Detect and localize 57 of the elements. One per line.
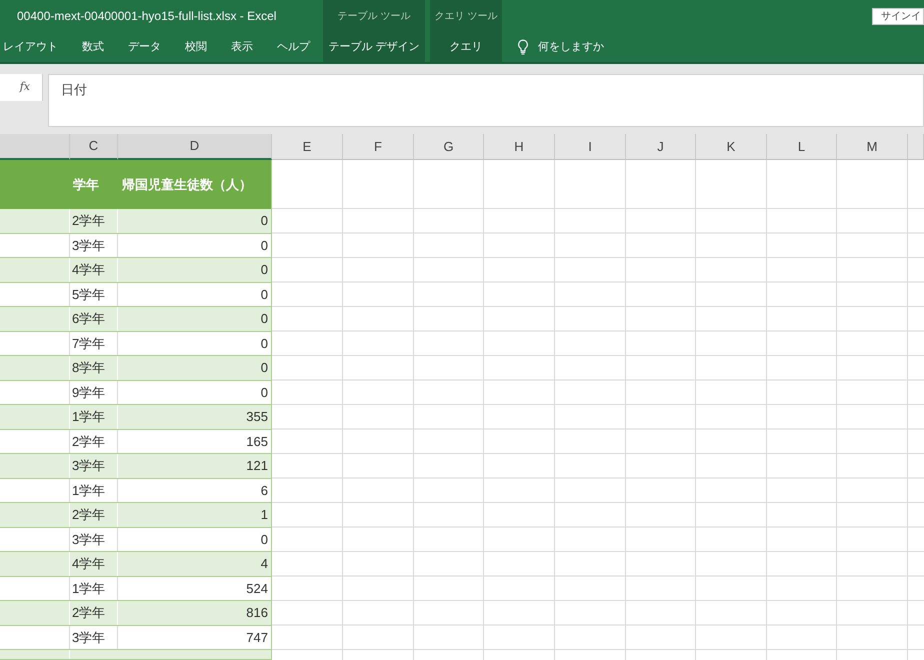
table-cell: 7学年 [70,332,118,355]
insert-function-button[interactable]: fx [0,74,43,101]
table-cell: 3学年 [70,626,118,649]
table-cell: 9学年 [70,380,118,404]
table-cell: 1学年 [70,478,118,502]
ribbon-tab[interactable]: レイアウト [0,32,70,62]
table-cell: 1学年 [70,405,118,428]
table-cell-text: 0 [260,286,269,304]
column-letter-header[interactable]: C [70,134,118,160]
table-cell-text: 0 [260,310,269,328]
sign-in-button[interactable]: サインイ [872,8,924,24]
tell-me-search-field[interactable]: 何をしますか [538,38,618,56]
table-cell-text: 747 [245,628,269,646]
window-title: 00400-mext-00400001-hyo15-full-list.xlsx - Excel [17,8,276,25]
table-cell-text: 1 [260,506,269,524]
table-cell-text: 165 [245,432,269,450]
table-cell-text: 355 [245,408,269,426]
table-cell-text: 0 [260,261,269,279]
table-cell-text: 0 [260,359,269,377]
table-cell-text: 524 [245,580,269,598]
table-cell: 6学年 [70,307,118,330]
ribbon-tab[interactable]: クエリ [446,32,486,62]
ribbon-tab[interactable]: テーブル デザイン [324,32,424,62]
table-cell: 8学年 [70,356,118,380]
table-cell: 4学年 [70,258,118,282]
ribbon-tab[interactable]: 表示 [219,32,265,62]
table-cell: 1学年 [70,576,118,600]
table-cell-text: 816 [245,604,269,622]
table-cell: 3学年 [70,234,118,257]
ribbon-tab[interactable]: ヘルプ [265,32,322,62]
table-cell: 3学年 [70,454,118,478]
table-cell: 2学年 [70,601,118,624]
formula-bar-field[interactable]: 日付 [48,74,924,127]
table-cell-text: 4 [260,555,269,573]
table-cell-text: 0 [260,212,269,230]
table-cell-text: 0 [260,334,269,352]
lightbulb-icon [517,39,529,55]
column-letter-header[interactable]: D [118,134,272,160]
table-cell: 3学年 [70,528,118,551]
table-cell-text: 0 [260,236,269,254]
ribbon-tab[interactable]: 数式 [70,32,116,62]
table-cell: 4学年 [70,552,118,576]
table-cell: 2学年 [70,209,118,232]
ribbon-tab[interactable]: データ [116,32,173,62]
table-cell-text: 0 [260,530,269,548]
table-cell-text: 121 [245,457,269,475]
table-header-cell-text: 帰国児童生徒数（人） [120,176,253,194]
table-cell-text: 6 [260,482,269,500]
table-cell: 2学年 [70,430,118,453]
table-cell-text: 0 [260,384,269,402]
table-cell: 5学年 [70,282,118,306]
contextual-group-label: テーブル ツール [338,10,410,24]
table-cell: 2学年 [70,503,118,526]
table-header-cell-text: 学年 [72,176,100,194]
contextual-group-label: クエリ ツール [434,10,498,24]
column-letter-header[interactable] [0,134,70,160]
ribbon-tab[interactable]: 校閲 [173,32,219,62]
